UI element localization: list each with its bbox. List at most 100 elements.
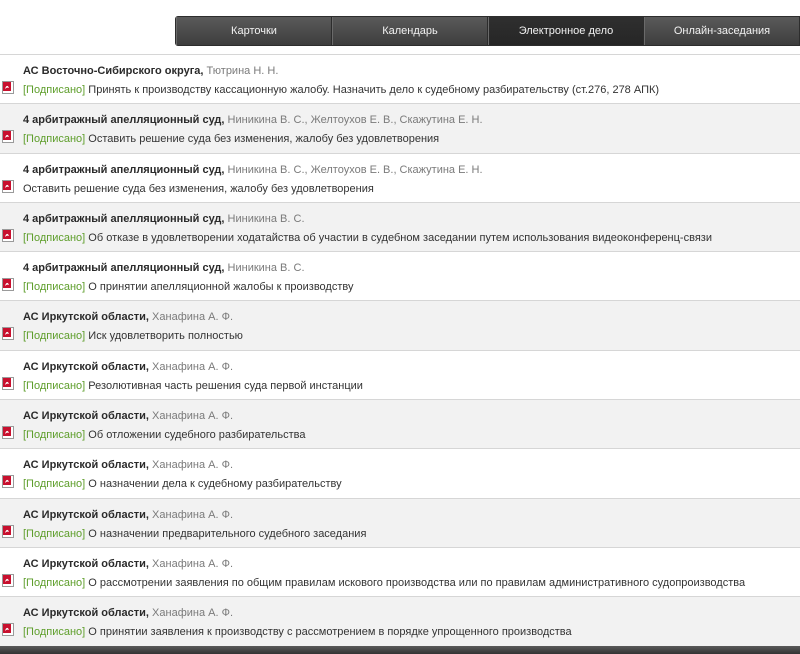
document-row[interactable]: 4 арбитражный апелляционный суд, Ниникин… — [0, 103, 800, 153]
document-row[interactable]: АС Восточно-Сибирского округа, Тютрина Н… — [0, 54, 800, 104]
tab-calendar[interactable]: Календарь — [332, 17, 488, 45]
document-description: [Подписано] Оставить решение суда без из… — [23, 133, 439, 145]
signed-status: [Подписано] — [23, 133, 86, 146]
document-description: Оставить решение суда без изменения, жал… — [23, 183, 374, 195]
document-row[interactable]: АС Иркутской области, Ханафина А. Ф. [Под… — [0, 596, 800, 646]
document-title-link[interactable]: Об отказе в удовлетворении ходатайства о… — [88, 232, 712, 244]
court-name: АС Восточно-Сибирского округа, — [23, 65, 204, 77]
court-name: 4 арбитражный апелляционный суд, — [23, 212, 225, 225]
document-row[interactable]: 4 арбитражный апелляционный суд, Ниникин… — [0, 251, 800, 301]
pdf-icon[interactable] — [2, 376, 14, 390]
document-header: АС Иркутской области, Ханафина А. Ф. — [23, 509, 233, 521]
document-row[interactable]: 4 арбитражный апелляционный суд, Ниникин… — [0, 201, 800, 252]
pdf-icon[interactable] — [2, 81, 14, 94]
pdf-icon[interactable] — [2, 426, 14, 440]
pdf-icon[interactable] — [2, 130, 14, 144]
tab-electronic-case[interactable]: Электронное дело — [488, 17, 644, 45]
document-list: АС Восточно-Сибирского округа, Тютрина Н… — [0, 54, 800, 646]
document-title-link[interactable]: О назначении дела к судебному разбирател… — [88, 478, 341, 490]
signed-status: [Подписано] — [23, 478, 86, 491]
court-name: АС Иркутской области, — [23, 459, 149, 472]
judge-names: Ниникина В. С. — [227, 262, 305, 275]
document-title-link[interactable]: Принять к производству кассационную жало… — [88, 84, 659, 96]
document-title-link[interactable]: О назначении предварительного судебного … — [88, 528, 366, 540]
document-header: 4 арбитражный апелляционный суд, Ниникин… — [23, 164, 483, 176]
document-header: АС Иркутской области, Ханафина А. Ф. — [23, 361, 233, 373]
court-name: АС Иркутской области, — [23, 607, 149, 620]
pdf-icon[interactable] — [2, 278, 14, 292]
judge-names: Тютрина Н. Н. — [206, 65, 279, 77]
tab-cards[interactable]: Карточки — [176, 17, 332, 45]
court-name: 4 арбитражный апелляционный суд, — [23, 114, 225, 127]
document-header: АС Иркутской области, Ханафина А. Ф. — [23, 410, 233, 422]
document-row[interactable]: АС Иркутской области, Ханафина А. Ф. [Под… — [0, 399, 800, 449]
document-header: 4 арбитражный апелляционный суд, Ниникин… — [23, 213, 305, 225]
judge-names: Ханафина А. Ф. — [152, 360, 234, 373]
document-description: [Подписано] Иск удовлетворить полностью — [23, 330, 243, 342]
document-description: [Подписано] О назначении предварительног… — [23, 528, 366, 540]
document-row[interactable]: АС Иркутской области, Ханафина А. Ф. [Под… — [0, 300, 800, 350]
judge-names: Ниникина В. С., Желтоухов Е. В., Скажути… — [227, 114, 483, 127]
court-name: АС Иркутской области, — [23, 557, 149, 570]
document-row[interactable]: 4 арбитражный апелляционный суд, Ниникин… — [0, 152, 800, 202]
document-title-link[interactable]: Оставить решение суда без изменения, жал… — [88, 133, 439, 145]
signed-status: [Подписано] — [23, 281, 86, 294]
document-title-link[interactable]: Резолютивная часть решения суда первой и… — [88, 380, 363, 392]
document-title-link[interactable]: Иск удовлетворить полностью — [88, 330, 243, 342]
document-description: [Подписано] О принятии апелляционной жал… — [23, 281, 354, 293]
pdf-icon[interactable] — [2, 228, 14, 242]
document-row[interactable]: АС Иркутской области, Ханафина А. Ф. [Под… — [0, 546, 800, 597]
document-title-link[interactable]: О рассмотрении заявления по общим правил… — [88, 577, 745, 589]
pdf-icon[interactable] — [2, 573, 14, 587]
judge-names: Ханафина А. Ф. — [152, 311, 234, 324]
judge-names: Ниникина В. С. — [227, 212, 305, 225]
signed-status: [Подписано] — [23, 379, 86, 392]
court-name: АС Иркутской области, — [23, 311, 149, 324]
document-description: [Подписано] Об отказе в удовлетворении х… — [23, 232, 712, 244]
signed-status: [Подписано] — [23, 576, 86, 589]
signed-status: [Подписано] — [23, 527, 86, 540]
document-header: АС Иркутской области, Ханафина А. Ф. — [23, 311, 233, 323]
document-title-link[interactable]: Оставить решение суда без изменения, жал… — [23, 183, 374, 195]
document-header: АС Иркутской области, Ханафина А. Ф. — [23, 607, 233, 619]
document-title-link[interactable]: Об отложении судебного разбирательства — [88, 429, 305, 441]
signed-status: [Подписано] — [23, 231, 86, 244]
signed-status: [Подписано] — [23, 429, 86, 442]
judge-names: Ханафина А. Ф. — [152, 508, 234, 521]
document-title-link[interactable]: О принятии апелляционной жалобы к произв… — [88, 281, 353, 293]
court-name: АС Иркутской области, — [23, 410, 149, 423]
tab-online-sessions[interactable]: Онлайн-заседания — [644, 17, 799, 45]
pdf-icon[interactable] — [2, 524, 14, 538]
document-description: [Подписано] О принятии заявления к произ… — [23, 626, 572, 638]
document-row[interactable]: АС Иркутской области, Ханафина А. Ф. [Под… — [0, 497, 800, 547]
tab-bar: Карточки Календарь Электронное дело Онла… — [175, 16, 800, 46]
judge-names: Ханафина А. Ф. — [152, 459, 234, 472]
document-description: [Подписано] О рассмотрении заявления по … — [23, 577, 745, 589]
document-title-link[interactable]: О принятии заявления к производству с ра… — [88, 626, 571, 638]
pdf-icon[interactable] — [2, 623, 14, 637]
pdf-icon[interactable] — [2, 327, 14, 341]
court-name: АС Иркутской области, — [23, 360, 149, 373]
pdf-icon[interactable] — [2, 475, 14, 489]
court-name: 4 арбитражный апелляционный суд, — [23, 163, 225, 176]
top-bar: Карточки Календарь Электронное дело Онла… — [0, 0, 800, 56]
court-name: 4 арбитражный апелляционный суд, — [23, 262, 225, 275]
document-header: 4 арбитражный апелляционный суд, Ниникин… — [23, 262, 305, 274]
document-description: [Подписано] Резолютивная часть решения с… — [23, 380, 363, 392]
judge-names: Ниникина В. С., Желтоухов Е. В., Скажути… — [227, 163, 483, 176]
judge-names: Ханафина А. Ф. — [152, 410, 234, 423]
pdf-icon[interactable] — [2, 179, 14, 193]
document-description: [Подписано] О назначении дела к судебном… — [23, 478, 342, 490]
document-description: [Подписано] Об отложении судебного разби… — [23, 429, 305, 441]
judge-names: Ханафина А. Ф. — [152, 557, 234, 570]
judge-names: Ханафина А. Ф. — [152, 607, 234, 620]
bottom-bar — [0, 646, 800, 654]
document-row[interactable]: АС Иркутской области, Ханафина А. Ф. [Под… — [0, 349, 800, 400]
document-header: 4 арбитражный апелляционный суд, Ниникин… — [23, 114, 483, 126]
signed-status: [Подписано] — [23, 626, 86, 639]
document-description: [Подписано] Принять к производству касса… — [23, 84, 659, 96]
document-row[interactable]: АС Иркутской области, Ханафина А. Ф. [Под… — [0, 448, 800, 498]
signed-status: [Подписано] — [23, 330, 86, 343]
signed-status: [Подписано] — [23, 84, 86, 96]
document-header: АС Иркутской области, Ханафина А. Ф. — [23, 558, 233, 570]
